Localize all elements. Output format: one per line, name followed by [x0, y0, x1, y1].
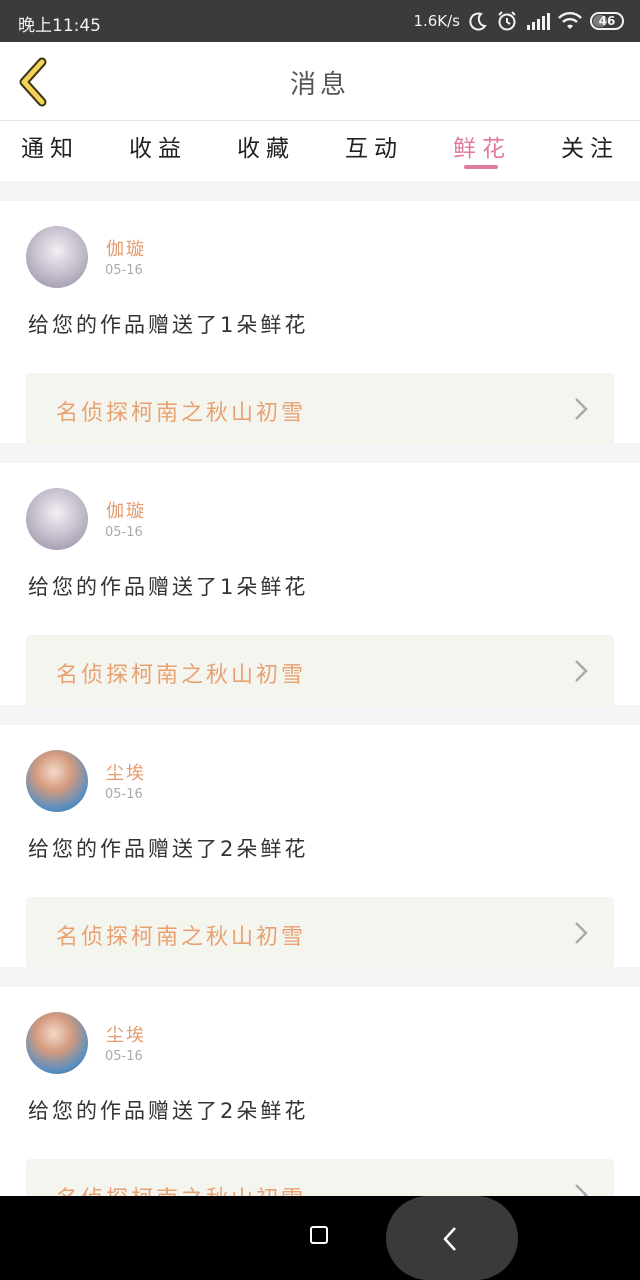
message-text: 给您的作品赠送了1朵鲜花 — [28, 313, 309, 337]
work-title: 名侦探柯南之秋山初雪 — [56, 401, 307, 426]
message-date: 05-16 — [105, 1049, 143, 1064]
sender-name[interactable]: 伽璇 — [106, 235, 146, 261]
message-date: 05-16 — [105, 787, 143, 802]
status-bar: 晚上11:45 1.6K/s 46 — [0, 0, 640, 42]
chevron-right-icon — [575, 660, 588, 682]
status-icons: 1.6K/s 46 — [413, 10, 624, 32]
message-card: 伽璇 05-16 给您的作品赠送了1朵鲜花 名侦探柯南之秋山初雪 — [0, 201, 640, 445]
title-bar: 消息 — [0, 42, 640, 120]
chevron-right-icon — [575, 398, 588, 420]
work-link[interactable]: 名侦探柯南之秋山初雪 — [26, 373, 614, 445]
tab-earnings[interactable]: 收益 — [108, 129, 208, 163]
work-title: 名侦探柯南之秋山初雪 — [56, 663, 307, 688]
back-chevron-icon — [443, 1227, 456, 1251]
moon-icon — [469, 12, 487, 31]
alarm-icon — [498, 11, 516, 31]
tab-favorites[interactable]: 收藏 — [216, 129, 316, 163]
message-text: 给您的作品赠送了2朵鲜花 — [28, 837, 309, 861]
avatar[interactable] — [26, 750, 88, 812]
system-nav-bar — [0, 1196, 640, 1280]
recent-apps-button[interactable] — [310, 1226, 328, 1244]
message-card: 伽璇 05-16 给您的作品赠送了1朵鲜花 名侦探柯南之秋山初雪 — [0, 463, 640, 707]
system-back-button[interactable] — [386, 1196, 518, 1280]
tab-notifications[interactable]: 通知 — [0, 129, 100, 163]
message-text: 给您的作品赠送了1朵鲜花 — [28, 575, 309, 599]
status-time: 晚上11:45 — [18, 16, 101, 36]
message-list: 伽璇 05-16 给您的作品赠送了1朵鲜花 名侦探柯南之秋山初雪 伽璇 05-1… — [0, 181, 640, 1231]
message-text: 给您的作品赠送了2朵鲜花 — [28, 1099, 309, 1123]
sender-name[interactable]: 尘埃 — [106, 759, 146, 785]
sender-name[interactable]: 尘埃 — [106, 1021, 146, 1047]
message-date: 05-16 — [105, 525, 143, 540]
message-date: 05-16 — [105, 263, 143, 278]
active-tab-indicator — [464, 165, 498, 169]
signal-icon — [527, 13, 550, 30]
battery-level: 46 — [598, 14, 616, 28]
sender-name[interactable]: 伽璇 — [106, 497, 146, 523]
work-link[interactable]: 名侦探柯南之秋山初雪 — [26, 897, 614, 969]
message-card: 尘埃 05-16 给您的作品赠送了2朵鲜花 名侦探柯南之秋山初雪 — [0, 725, 640, 969]
avatar[interactable] — [26, 488, 88, 550]
wifi-icon — [558, 12, 582, 29]
avatar[interactable] — [26, 226, 88, 288]
work-title: 名侦探柯南之秋山初雪 — [56, 925, 307, 950]
avatar[interactable] — [26, 1012, 88, 1074]
tab-interactions[interactable]: 互动 — [324, 129, 424, 163]
network-speed: 1.6K/s — [413, 12, 460, 30]
page-title: 消息 — [289, 70, 350, 100]
tab-follows[interactable]: 关注 — [540, 129, 640, 163]
message-card: 尘埃 05-16 给您的作品赠送了2朵鲜花 名侦探柯南之秋山初雪 — [0, 987, 640, 1231]
tab-flowers[interactable]: 鲜花 — [432, 129, 532, 163]
work-link[interactable]: 名侦探柯南之秋山初雪 — [26, 635, 614, 707]
chevron-right-icon — [575, 922, 588, 944]
tab-bar: 通知 收益 收藏 互动 鲜花 关注 — [0, 120, 640, 180]
battery-indicator: 46 — [590, 12, 624, 30]
